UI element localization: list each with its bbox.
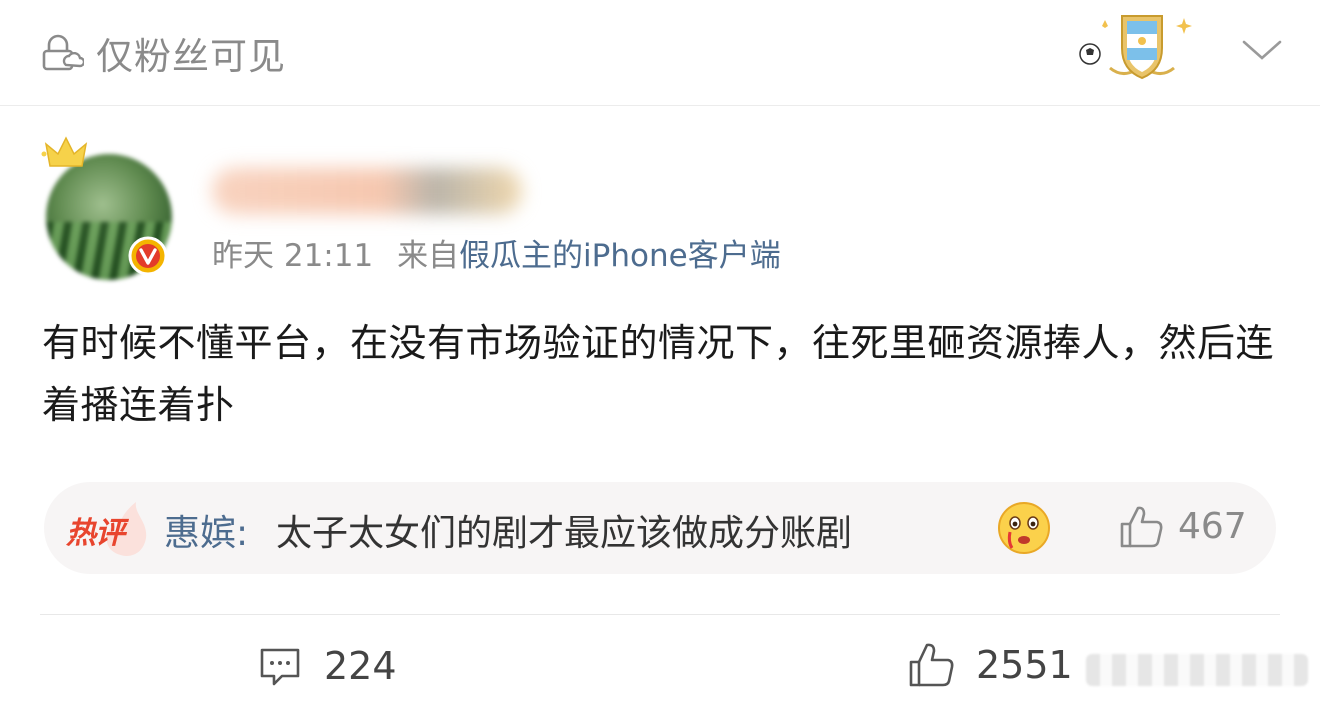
comment-button[interactable]: 224 — [256, 640, 397, 692]
author-name-blurred[interactable] — [212, 168, 522, 214]
post-time: 昨天 21:11 — [212, 238, 374, 274]
post-meta: 昨天 21:11 来自假瓜主的iPhone客户端 — [212, 230, 781, 275]
post-source-device[interactable]: 假瓜主的iPhone客户端 — [459, 238, 781, 274]
thumbs-up-icon[interactable] — [1116, 502, 1166, 552]
crown-icon — [41, 136, 88, 167]
post-body-text: 有时候不懂平台，在没有市场验证的情况下，往死里砸资源捧人，然后连着播连着扑 — [42, 321, 1275, 427]
hot-comment-badge: 热评 — [66, 498, 147, 558]
comment-icon — [260, 648, 300, 686]
divider — [40, 614, 1280, 615]
post-actions: 224 2551 — [0, 628, 1320, 703]
comment-count: 224 — [324, 644, 397, 688]
hot-comment-text: 太子太女们的剧才最应该做成分账剧 — [276, 513, 853, 554]
chevron-down-icon[interactable] — [1238, 30, 1286, 70]
watermark-blur — [1086, 654, 1308, 686]
argentina-football-badge-icon — [1079, 15, 1192, 80]
post-header: 仅粉丝可见 — [0, 0, 1320, 106]
verified-v-icon — [128, 236, 168, 276]
author-row: 昨天 21:11 来自假瓜主的iPhone客户端 — [0, 106, 1320, 296]
tearful-face-emoji — [998, 502, 1050, 554]
hot-comment[interactable]: 热评 惠嫔: 太子太女们的剧才最应该做成分账剧 467 — [44, 482, 1276, 574]
thumbs-up-icon — [909, 643, 954, 687]
like-count: 2551 — [976, 643, 1073, 687]
hot-comment-user[interactable]: 惠嫔: — [164, 504, 248, 556]
like-button[interactable]: 2551 — [906, 638, 1073, 692]
post-source-prefix: 来自 — [397, 238, 460, 274]
hot-comment-like-count: 467 — [1178, 506, 1247, 547]
visibility-indicator: 仅粉丝可见 — [40, 26, 286, 80]
author-avatar-group[interactable] — [36, 126, 186, 286]
hot-comment-label: 热评 — [66, 516, 125, 551]
lock-cloud-icon — [42, 34, 84, 71]
visibility-label: 仅粉丝可见 — [96, 35, 286, 78]
